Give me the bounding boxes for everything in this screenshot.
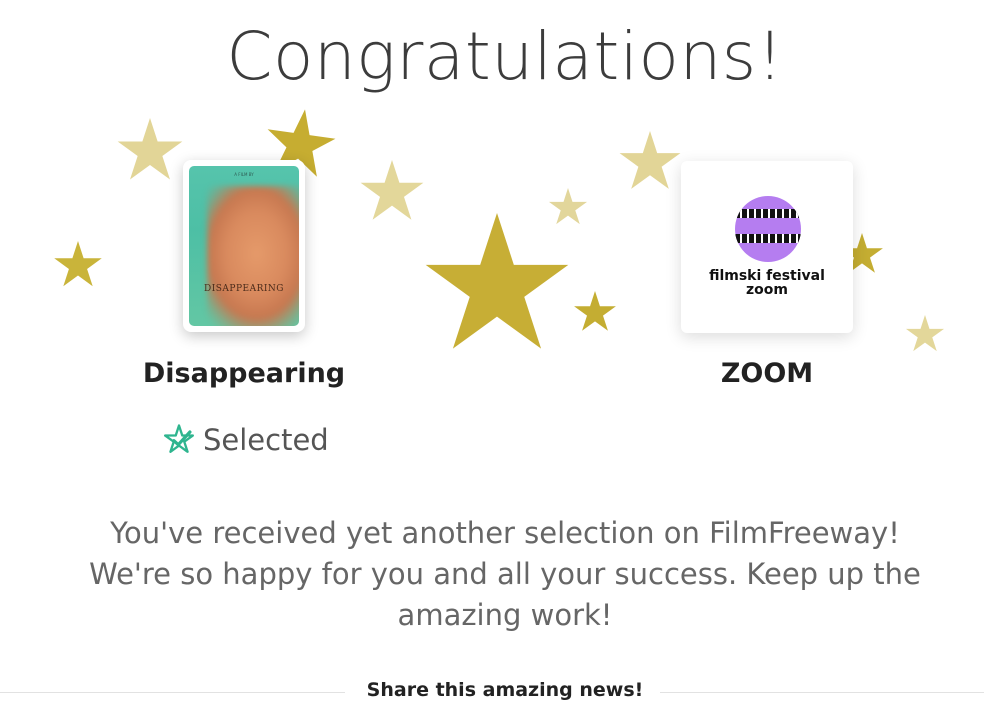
film-poster: A FILM BY DISAPPEARING — [189, 166, 299, 326]
film-poster-card[interactable]: A FILM BY DISAPPEARING — [183, 160, 305, 332]
status-label: Selected — [203, 423, 329, 457]
star-icon — [574, 291, 616, 331]
star-icon — [425, 213, 569, 349]
star-icon — [619, 131, 681, 189]
divider-right — [660, 692, 984, 693]
festival-name[interactable]: ZOOM — [657, 358, 877, 389]
star-icon — [360, 160, 424, 220]
star-icon — [117, 118, 183, 180]
film-name[interactable]: Disappearing — [134, 358, 354, 389]
festival-logo-card[interactable]: filmski festival zoom — [681, 161, 853, 333]
divider-left — [0, 692, 345, 693]
congratulations-message: You've received yet another selection on… — [89, 516, 921, 632]
star-icon — [905, 315, 945, 352]
poster-title: DISAPPEARING — [203, 284, 284, 294]
festival-logo-mark — [735, 196, 801, 262]
share-heading: Share this amazing news! — [366, 679, 644, 701]
poster-portrait — [207, 186, 299, 326]
poster-top-text: A FILM BY — [234, 172, 254, 177]
selection-status: Selected — [163, 422, 329, 458]
star-icon — [54, 241, 102, 287]
festival-logo-line2: zoom — [746, 282, 788, 298]
star-check-icon — [164, 424, 194, 453]
star-icon — [548, 188, 588, 225]
festival-logo-line1: filmski festival — [709, 268, 825, 284]
